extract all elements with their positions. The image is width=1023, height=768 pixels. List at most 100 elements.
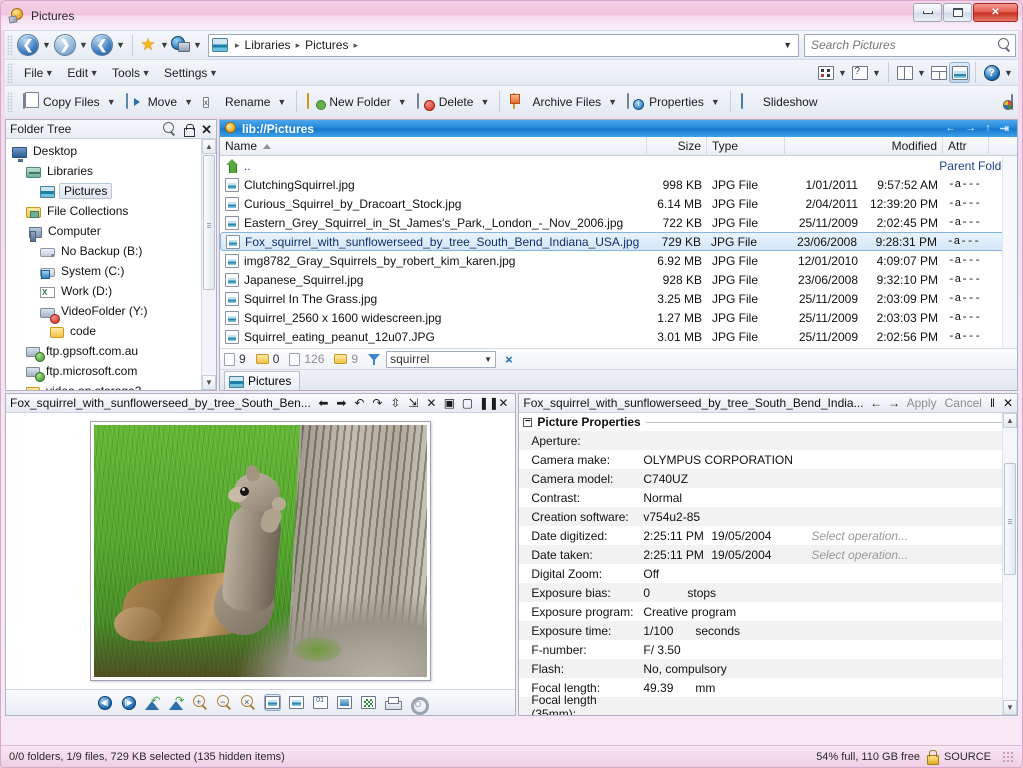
pause-icon[interactable]: ❚❚ xyxy=(479,397,492,409)
copy-files-button[interactable]: Copy Files ▼ xyxy=(16,89,121,115)
first-image-icon[interactable]: ◀| xyxy=(96,694,113,711)
table-row[interactable]: .. Parent Folder xyxy=(220,156,1017,175)
cancel-button[interactable]: Cancel xyxy=(945,396,982,410)
property-row[interactable]: Aperture: xyxy=(519,431,1017,450)
table-row[interactable]: Squirrel In The Grass.jpg 3.25 MB JPG Fi… xyxy=(220,289,1017,308)
up-icon[interactable]: ↑ xyxy=(985,122,991,135)
property-row[interactable]: F-number: F/ 3.50 xyxy=(519,640,1017,659)
table-row[interactable]: Eastern_Grey_Squirrel_in_St_James's_Park… xyxy=(220,213,1017,232)
zoom-in-icon[interactable]: ⇳ xyxy=(389,397,402,409)
search-input[interactable] xyxy=(809,37,997,53)
scroll-up-icon[interactable]: ▲ xyxy=(202,139,216,154)
chevron-down-icon[interactable]: ▼ xyxy=(105,97,118,107)
tab-pictures[interactable]: Pictures xyxy=(224,371,300,390)
filter-combo[interactable]: squirrel ▼ xyxy=(386,351,496,368)
chevron-down-icon[interactable]: ▼ xyxy=(396,97,409,107)
chevron-down-icon[interactable]: ▼ xyxy=(836,68,849,78)
prev-icon[interactable]: ⬅ xyxy=(317,397,330,409)
forward-icon[interactable]: → xyxy=(965,122,976,135)
menubar-grip[interactable] xyxy=(7,63,13,83)
scroll-down-icon[interactable]: ▼ xyxy=(202,375,216,390)
sidebar-item-code[interactable]: code xyxy=(6,321,216,341)
collapse-icon[interactable]: − xyxy=(523,418,532,427)
zoom-in-icon[interactable]: + xyxy=(192,694,209,711)
table-row[interactable]: ClutchingSquirrel.jpg 998 KB JPG File 1/… xyxy=(220,175,1017,194)
apply-button[interactable]: Apply xyxy=(907,396,937,410)
rotate-left-icon[interactable]: ↶ xyxy=(144,694,161,711)
new-folder-button[interactable]: New Folder ▼ xyxy=(302,89,411,115)
back-icon[interactable]: ← xyxy=(945,122,956,135)
delete-button[interactable]: Delete ▼ xyxy=(412,89,495,115)
property-row[interactable]: Digital Zoom: Off xyxy=(519,564,1017,583)
close-icon[interactable]: ✕ xyxy=(1003,396,1013,410)
table-row[interactable]: img8782_Gray_Squirrels_by_robert_kim_kar… xyxy=(220,251,1017,270)
chevron-down-icon[interactable]: ▼ xyxy=(870,68,883,78)
property-row[interactable]: Creation software: v754u2-85 xyxy=(519,507,1017,526)
up-button[interactable]: ❮ xyxy=(90,33,114,57)
close-button[interactable]: ✕ xyxy=(973,3,1018,22)
table-row[interactable]: Squirrel_eating_peanut_12u07.JPG 3.01 MB… xyxy=(220,327,1017,346)
forward-button[interactable]: ❯ xyxy=(53,33,77,57)
zoom-none-icon[interactable]: × xyxy=(240,694,257,711)
chevron-down-icon[interactable]: ▼ xyxy=(484,355,492,364)
properties-scrollbar[interactable]: ▲ ▼ xyxy=(1002,413,1017,715)
favorites-star-icon[interactable]: ★ xyxy=(138,35,158,55)
property-operation[interactable]: Select operation... xyxy=(811,529,908,543)
chevron-down-icon[interactable]: ▼ xyxy=(709,97,722,107)
original-size-icon[interactable] xyxy=(288,694,305,711)
menu-tools[interactable]: Tools ▼ xyxy=(104,62,156,84)
clear-filter-button[interactable]: × xyxy=(505,352,513,367)
actual-size-icon[interactable]: ▢ xyxy=(461,397,474,409)
chevron-down-icon[interactable]: ▼ xyxy=(915,68,928,78)
property-row[interactable]: Exposure bias: 0 stops xyxy=(519,583,1017,602)
table-row[interactable]: Curious_Squirrel_by_Dracoart_Stock.jpg 6… xyxy=(220,194,1017,213)
table-row-selected[interactable]: Fox_squirrel_with_sunflowerseed_by_tree_… xyxy=(220,232,1017,251)
single-pane-icon[interactable] xyxy=(894,62,915,83)
breadcrumb-pictures[interactable]: Pictures xyxy=(303,38,350,52)
property-row[interactable]: Focal length (35mm): xyxy=(519,697,1017,715)
fit-image-icon[interactable] xyxy=(264,694,281,711)
prev-icon[interactable]: ← xyxy=(870,397,883,409)
sidebar-item-ftp-gpsoft[interactable]: ftp.gpsoft.com.au xyxy=(6,341,216,361)
zoom-reset-icon[interactable]: ✕ xyxy=(425,397,438,409)
file-list-scrollbar[interactable] xyxy=(1002,156,1017,348)
slideshow-icon[interactable] xyxy=(336,694,353,711)
undo-icon[interactable]: ↶ xyxy=(353,397,366,409)
menu-settings[interactable]: Settings ▼ xyxy=(156,62,223,84)
metadata-icon[interactable] xyxy=(312,694,329,711)
scroll-down-icon[interactable]: ▼ xyxy=(1003,700,1017,715)
toolbar-grip[interactable] xyxy=(7,35,13,55)
scrollbar-thumb[interactable] xyxy=(203,155,215,290)
properties-button[interactable]: Properties ▼ xyxy=(622,89,725,115)
sidebar-item-ftp-microsoft[interactable]: ftp.microsoft.com xyxy=(6,361,216,381)
properties-group-header[interactable]: − Picture Properties xyxy=(519,413,1017,431)
fit-window-icon[interactable]: ▣ xyxy=(443,397,456,409)
resize-grip[interactable] xyxy=(1002,751,1014,763)
sidebar-item-video-on-storage2[interactable]: video on storage2 xyxy=(6,381,216,390)
property-row[interactable]: Camera make: OLYMPUS CORPORATION xyxy=(519,450,1017,469)
filter-icon[interactable] xyxy=(368,353,381,366)
thumbnail-grid-icon[interactable] xyxy=(360,694,377,711)
favorites-dropdown-caret[interactable]: ▼ xyxy=(158,40,171,50)
close-icon[interactable]: ✕ xyxy=(201,123,212,136)
properties-scroll-area[interactable]: − Picture Properties Aperture: Camera ma… xyxy=(519,413,1017,715)
sidebar-item-no-backup-b[interactable]: No Backup (B:) xyxy=(6,241,216,261)
table-row[interactable]: Squirrel_2560 x 1600 widescreen.jpg 1.27… xyxy=(220,308,1017,327)
back-button[interactable]: ❮ xyxy=(16,33,40,57)
property-operation[interactable]: Select operation... xyxy=(811,548,908,562)
toolbar-grip[interactable] xyxy=(7,92,13,112)
column-header-name[interactable]: Name xyxy=(220,137,647,156)
zoom-out-icon[interactable]: − xyxy=(216,694,233,711)
open-icon[interactable]: ⇥ xyxy=(1000,122,1009,135)
menu-edit[interactable]: Edit ▼ xyxy=(59,62,104,84)
sidebar-item-desktop[interactable]: Desktop xyxy=(6,141,216,161)
preview-image[interactable] xyxy=(94,425,427,677)
sidebar-item-file-collections[interactable]: File Collections xyxy=(6,201,216,221)
property-row[interactable]: Exposure time: 1/100 seconds xyxy=(519,621,1017,640)
dual-pane-icon[interactable] xyxy=(928,62,949,83)
folder-tree-body[interactable]: Desktop Libraries Pictures File Collecti… xyxy=(6,139,216,390)
chevron-down-icon[interactable]: ▼ xyxy=(182,97,195,107)
sidebar-item-videofolder-y[interactable]: VideoFolder (Y:) xyxy=(6,301,216,321)
redo-icon[interactable]: ↷ xyxy=(371,397,384,409)
next-icon[interactable]: → xyxy=(888,397,901,409)
